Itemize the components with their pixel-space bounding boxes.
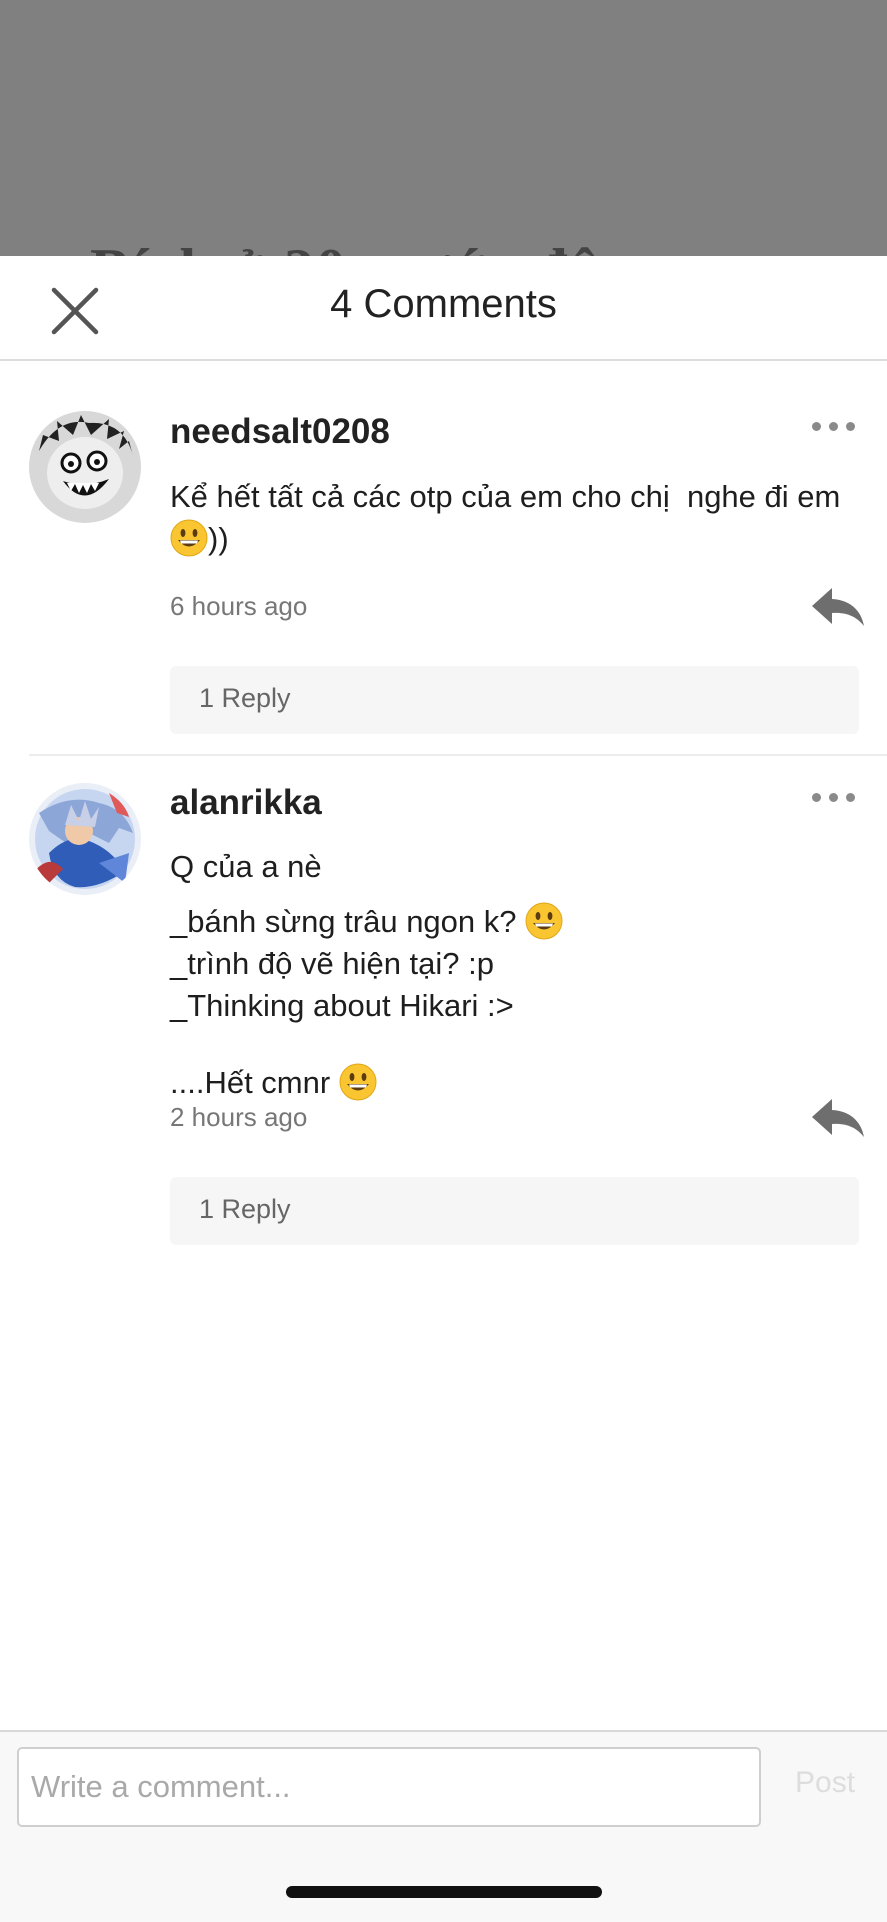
reply-button[interactable] <box>810 586 866 628</box>
home-indicator[interactable] <box>286 1886 602 1898</box>
grinning-face-emoji <box>525 902 563 940</box>
more-options-button[interactable] <box>812 787 860 807</box>
comment-text: Kể hết tất cả các otp của em cho chị ngh… <box>170 476 840 560</box>
more-dot <box>829 793 838 802</box>
comment-text: ....Hết cmnr <box>170 1062 377 1104</box>
view-replies-button[interactable]: 1 Reply <box>170 1177 859 1245</box>
avatar[interactable] <box>29 411 141 523</box>
more-dots-icon <box>812 422 821 431</box>
comment-text: _bánh sừng trâu ngon k? _trình độ vẽ hiệ… <box>170 901 563 1027</box>
comment-input[interactable] <box>17 1747 761 1827</box>
comment-username[interactable]: needsalt0208 <box>170 412 390 452</box>
backdrop: Bích ở 20 trước đây <box>0 0 887 303</box>
more-dot <box>846 422 855 431</box>
more-dot <box>846 793 855 802</box>
comment-username[interactable]: alanrikka <box>170 783 322 823</box>
comment-line: Q của a nè <box>170 849 322 884</box>
post-button[interactable]: Post <box>795 1766 855 1800</box>
more-dot <box>829 422 838 431</box>
view-replies-button[interactable]: 1 Reply <box>170 666 859 734</box>
comment-line: _trình độ vẽ hiện tại? :p <box>170 946 495 981</box>
more-options-button[interactable] <box>812 416 860 436</box>
comments-header: 4 Comments <box>0 256 887 361</box>
replies-count-label: 1 Reply <box>199 683 291 713</box>
comment-line: _Thinking about Hikari :> <box>170 988 514 1023</box>
comments-sheet: 4 Comments needsalt0208 Kể hết tất cả cá… <box>0 256 887 1920</box>
avatar-image <box>29 783 141 895</box>
replies-count-label: 1 Reply <box>199 1194 291 1224</box>
reply-arrow-icon <box>812 1099 864 1137</box>
grinning-face-emoji <box>170 519 208 557</box>
grinning-face-emoji <box>339 1063 377 1101</box>
avatar[interactable] <box>29 783 141 895</box>
comment-line: )) <box>208 521 229 556</box>
comment-timestamp: 2 hours ago <box>170 1102 308 1132</box>
reply-arrow-icon <box>812 588 864 626</box>
comment-line: ....Hết cmnr <box>170 1065 339 1100</box>
comment-line: _bánh sừng trâu ngon k? <box>170 904 526 939</box>
reply-button[interactable] <box>810 1097 866 1139</box>
comment-text: Q của a nè <box>170 846 322 888</box>
avatar-image <box>29 411 141 523</box>
comment-timestamp: 6 hours ago <box>170 591 308 621</box>
comments-count-title: 4 Comments <box>330 282 557 326</box>
more-dots-icon <box>812 793 821 802</box>
comment-divider <box>29 754 887 756</box>
comment-line: Kể hết tất cả các otp của em cho chị ngh… <box>170 479 841 514</box>
